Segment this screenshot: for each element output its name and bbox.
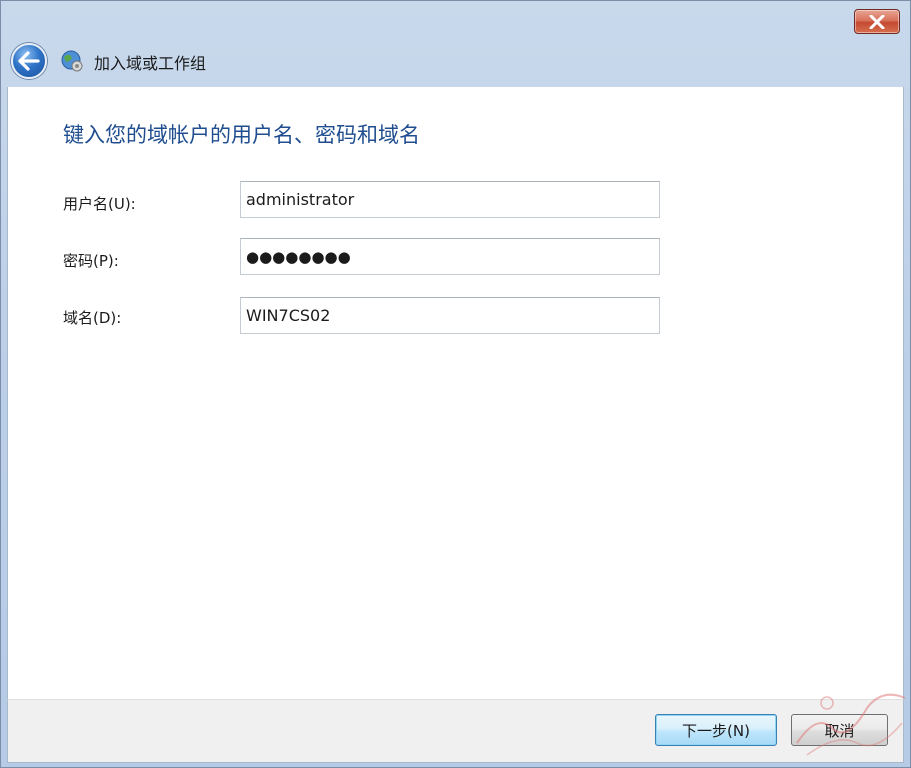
close-button[interactable] (854, 9, 900, 34)
username-label: 用户名(U): (63, 195, 136, 213)
cancel-button[interactable]: 取消 (791, 714, 888, 746)
back-arrow-icon (18, 51, 40, 71)
username-input[interactable]: administrator (240, 181, 660, 218)
domain-label: 域名(D): (63, 309, 122, 327)
next-button[interactable]: 下一步(N) (655, 714, 777, 746)
password-label: 密码(P): (63, 252, 119, 270)
password-input[interactable]: ●●●●●●●● (240, 238, 660, 275)
content-panel: 键入您的域帐户的用户名、密码和域名 用户名(U): administrator … (7, 87, 904, 699)
back-button[interactable] (11, 43, 47, 79)
dialog-header: 加入域或工作组 (1, 37, 910, 87)
dialog-window: 加入域或工作组 键入您的域帐户的用户名、密码和域名 用户名(U): admini… (0, 0, 911, 768)
close-icon (869, 14, 885, 29)
dialog-footer: 下一步(N) 取消 (7, 699, 904, 763)
network-globe-icon (61, 50, 83, 72)
page-instruction: 键入您的域帐户的用户名、密码和域名 (63, 123, 420, 147)
domain-input[interactable]: WIN7CS02 (240, 297, 660, 334)
window-title: 加入域或工作组 (94, 54, 207, 73)
